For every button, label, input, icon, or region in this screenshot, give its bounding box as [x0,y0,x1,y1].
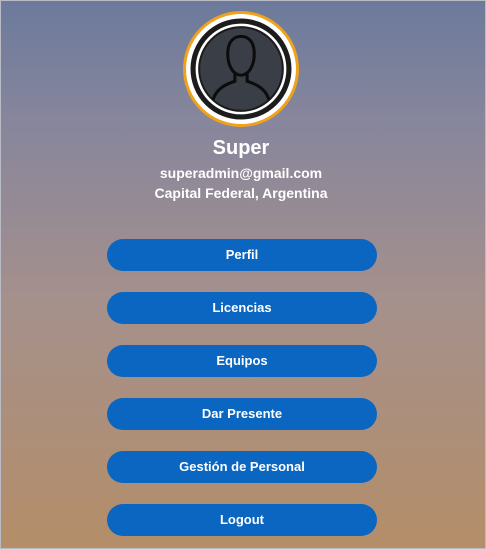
user-name: Super [212,137,270,159]
profile-screen: Super superadmin@gmail.com Capital Feder… [0,0,486,549]
user-email: superadmin@gmail.com [159,165,323,181]
logout-button[interactable]: Logout [107,504,377,536]
user-location: Capital Federal, Argentina [154,185,328,201]
licencias-button[interactable]: Licencias [107,292,377,324]
perfil-button[interactable]: Perfil [107,239,377,271]
equipos-button[interactable]: Equipos [107,345,377,377]
user-silhouette-icon [190,18,292,120]
dar-presente-button[interactable]: Dar Presente [107,398,377,430]
gestion-de-personal-button[interactable]: Gestión de Personal [107,451,377,483]
avatar[interactable] [183,11,299,127]
